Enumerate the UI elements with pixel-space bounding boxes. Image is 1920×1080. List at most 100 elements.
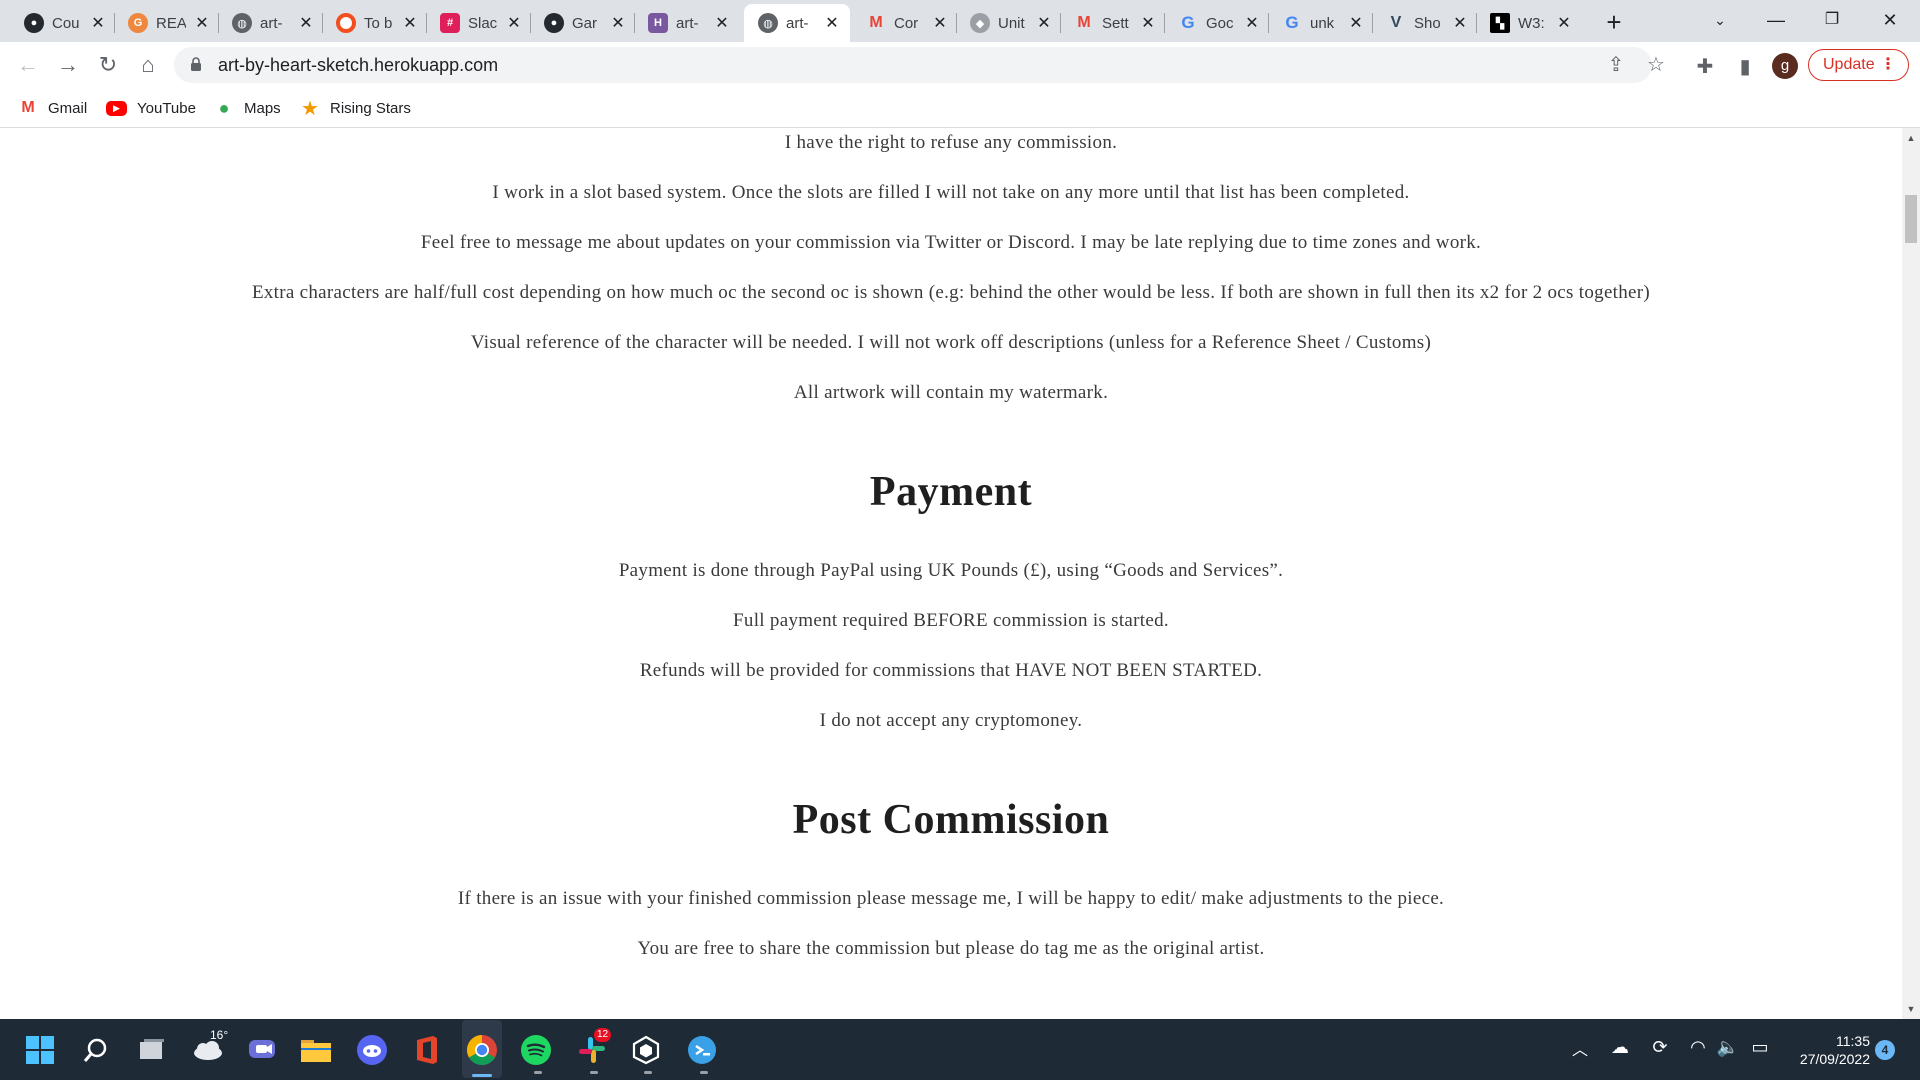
close-icon[interactable]: ✕ — [1140, 13, 1156, 33]
avatar[interactable]: g — [1772, 53, 1798, 79]
scroll-down-arrow[interactable]: ▼ — [1902, 1001, 1920, 1017]
close-icon[interactable]: ✕ — [1036, 13, 1052, 33]
tab-6[interactable]: H art- ✕ — [634, 4, 738, 42]
close-icon[interactable]: ✕ — [610, 13, 626, 33]
tab-strip: ● Cou ✕ G REA ✕ ◍ art- ✕ To b ✕ # Slac ✕… — [0, 0, 1920, 42]
menu-dots-icon[interactable]: ⋮ — [1880, 50, 1896, 80]
task-view-icon[interactable] — [134, 1032, 170, 1068]
tab-0[interactable]: ● Cou ✕ — [10, 4, 115, 42]
tab-13[interactable]: V Sho ✕ — [1372, 4, 1477, 42]
weather-icon[interactable]: 16° — [190, 1028, 228, 1068]
globe-icon: ◍ — [232, 13, 252, 33]
discord-icon[interactable] — [354, 1032, 390, 1068]
tab-search-icon[interactable]: ⌄ — [1692, 0, 1748, 40]
home-button[interactable]: ⌂ — [132, 49, 164, 81]
close-icon[interactable]: ✕ — [714, 13, 730, 33]
tab-12[interactable]: G unk ✕ — [1268, 4, 1373, 42]
tab-title: art- — [260, 14, 283, 32]
chrome-icon[interactable] — [464, 1032, 500, 1068]
close-icon[interactable]: ✕ — [402, 13, 418, 33]
tab-2[interactable]: ◍ art- ✕ — [218, 4, 323, 42]
notification-count-badge[interactable]: 4 — [1875, 1040, 1895, 1060]
side-panel-icon[interactable]: ▮ — [1734, 56, 1756, 78]
restore-button[interactable]: ❐ — [1804, 0, 1860, 40]
search-icon[interactable] — [78, 1032, 114, 1068]
unity-icon[interactable] — [628, 1032, 664, 1068]
slack-icon: # — [440, 13, 460, 33]
windows-start-icon[interactable] — [22, 1032, 58, 1068]
show-hidden-icons-chevron-icon[interactable]: ︿ — [1568, 1036, 1592, 1060]
close-icon[interactable]: ✕ — [1452, 13, 1468, 33]
gmail-icon: M — [1077, 14, 1091, 31]
vscode-running-indicator — [700, 1071, 708, 1074]
close-icon[interactable]: ✕ — [298, 13, 314, 33]
tab-title: REA — [156, 14, 186, 32]
close-icon[interactable]: ✕ — [1244, 13, 1260, 33]
tab-4[interactable]: # Slac ✕ — [426, 4, 531, 42]
tab-title: Gar — [572, 14, 598, 32]
unity-icon: ◆ — [970, 13, 990, 33]
tab-title: Unit — [998, 14, 1025, 32]
clock-date: 27/09/2022 — [1799, 1051, 1870, 1067]
minimize-button[interactable]: — — [1748, 0, 1804, 40]
tab-title: To b — [364, 14, 393, 32]
office-icon[interactable] — [408, 1032, 444, 1068]
tab-9[interactable]: ◆ Unit ✕ — [956, 4, 1061, 42]
battery-icon[interactable]: ▭ — [1748, 1037, 1772, 1058]
share-icon[interactable]: ⇪ — [1606, 55, 1626, 75]
teams-chat-icon[interactable] — [244, 1032, 280, 1068]
bookmark-maps[interactable]: ● Maps — [214, 97, 281, 119]
update-button[interactable]: Update ⋮ — [1808, 49, 1909, 81]
lock-icon[interactable] — [190, 57, 202, 71]
sync-icon[interactable]: ⟳ — [1648, 1037, 1672, 1058]
close-icon[interactable]: ✕ — [932, 13, 948, 33]
slack-running-indicator — [590, 1071, 598, 1074]
spotify-icon[interactable] — [518, 1032, 554, 1068]
bookmark-label: Rising Stars — [330, 99, 411, 117]
bookmark-gmail[interactable]: M Gmail — [18, 97, 87, 119]
address-bar[interactable]: art-by-heart-sketch.herokuapp.com ⇪ ☆ — [174, 47, 1665, 83]
w3c-icon: ▚ — [1490, 13, 1510, 33]
bookmark-star-icon[interactable]: ☆ — [1646, 55, 1666, 75]
tab-8[interactable]: M Cor ✕ — [852, 4, 957, 42]
vertical-scrollbar[interactable]: ▲ ▼ — [1902, 128, 1920, 1019]
tab-1[interactable]: G REA ✕ — [114, 4, 219, 42]
vscode-icon[interactable] — [684, 1032, 720, 1068]
tab-title: Sho — [1414, 14, 1441, 32]
close-icon[interactable]: ✕ — [506, 13, 522, 33]
system-clock[interactable]: 11:35 27/09/2022 — [1780, 1032, 1870, 1068]
tab-3[interactable]: To b ✕ — [322, 4, 427, 42]
scrollbar-thumb[interactable] — [1905, 195, 1917, 243]
bookmark-rising-stars[interactable]: ★ Rising Stars — [300, 97, 411, 120]
scroll-up-arrow[interactable]: ▲ — [1902, 130, 1920, 146]
slack-icon[interactable]: 12 — [574, 1028, 612, 1068]
gmail-icon: M — [21, 99, 35, 116]
wifi-icon[interactable]: ◠ — [1686, 1037, 1710, 1058]
file-explorer-icon[interactable] — [298, 1032, 334, 1068]
onedrive-icon[interactable]: ☁ — [1608, 1037, 1632, 1058]
forward-button[interactable]: → — [52, 49, 84, 81]
back-button[interactable]: ← — [12, 49, 44, 81]
close-icon[interactable]: ✕ — [90, 13, 106, 33]
payment-text: Payment is done through PayPal using UK … — [618, 560, 1284, 581]
new-tab-button[interactable]: + — [1598, 6, 1630, 38]
close-icon[interactable]: ✕ — [1348, 13, 1364, 33]
reload-button[interactable]: ↻ — [92, 49, 124, 81]
tab-title: Cou — [52, 14, 80, 32]
close-icon[interactable]: ✕ — [1556, 13, 1572, 33]
clock-time: 11:35 — [1836, 1033, 1870, 1049]
close-icon[interactable]: ✕ — [194, 13, 210, 33]
grammarly-icon: G — [128, 13, 148, 33]
volume-icon[interactable]: 🔈 — [1716, 1037, 1740, 1058]
tab-active[interactable]: ◍ art- ✕ — [744, 4, 850, 42]
tab-5[interactable]: ● Gar ✕ — [530, 4, 635, 42]
url-text[interactable]: art-by-heart-sketch.herokuapp.com — [218, 47, 498, 83]
tab-10[interactable]: M Sett ✕ — [1060, 4, 1165, 42]
extensions-icon[interactable]: ✚ — [1694, 56, 1716, 78]
tab-11[interactable]: G Goc ✕ — [1164, 4, 1269, 42]
bookmark-youtube[interactable]: ▶ YouTube — [106, 97, 196, 119]
close-icon[interactable]: ✕ — [824, 13, 840, 33]
vue-icon: V — [1390, 14, 1402, 31]
tab-14[interactable]: ▚ W3: ✕ — [1476, 4, 1580, 42]
close-window-button[interactable]: ✕ — [1862, 0, 1918, 40]
